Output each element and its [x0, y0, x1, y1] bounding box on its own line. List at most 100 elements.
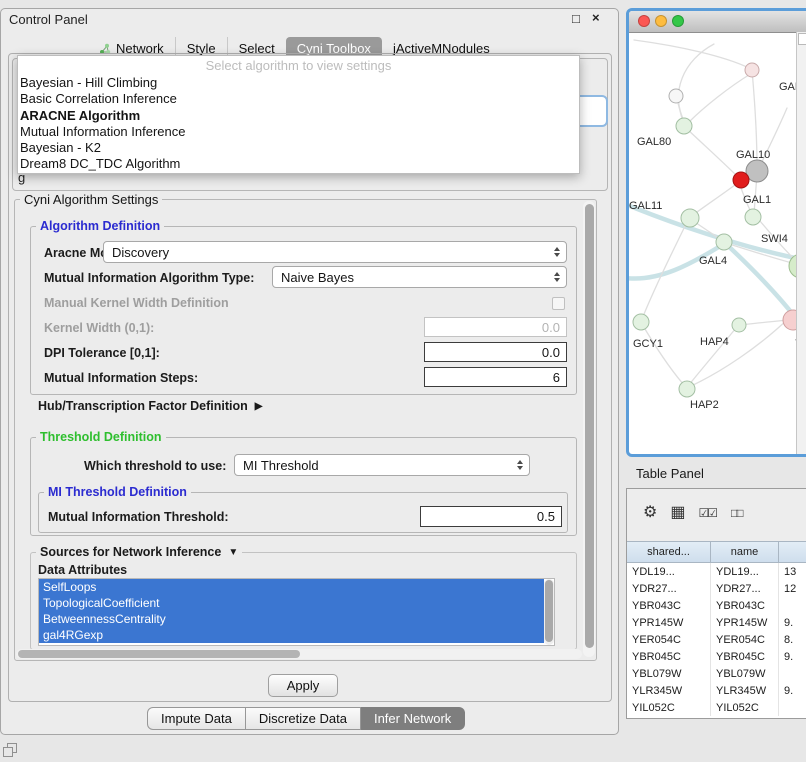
- column-header-1[interactable]: shared...: [627, 541, 711, 563]
- bottom-tabs: Impute DataDiscretize DataInfer Network: [147, 707, 465, 730]
- mi-steps-field[interactable]: 6: [424, 367, 567, 387]
- columns-icon[interactable]: ▦: [670, 505, 683, 521]
- kernel-width-label: Kernel Width (0,1):: [44, 321, 154, 335]
- gear-icon[interactable]: ⚙: [643, 505, 655, 521]
- table-row[interactable]: YLR345WYLR345W9.: [627, 682, 806, 699]
- node-label: GAL11: [629, 200, 662, 212]
- algorithm-option-bayesian-hill-climbing[interactable]: Bayesian - Hill Climbing: [18, 75, 579, 91]
- network-scrollbar-button[interactable]: [798, 33, 806, 45]
- traffic-light-zoom-icon[interactable]: [672, 15, 684, 27]
- table-row[interactable]: YBR045CYBR045C9.: [627, 648, 806, 665]
- mi-threshold-label: Mutual Information Threshold:: [48, 510, 229, 524]
- table-cell: YLR345W: [627, 682, 711, 699]
- network-edge[interactable]: [642, 324, 684, 385]
- node-label: GAL80: [637, 136, 671, 148]
- network-node[interactable]: [745, 63, 759, 77]
- traffic-light-close-icon[interactable]: [638, 15, 650, 27]
- table-row[interactable]: YIL052CYIL052C: [627, 699, 806, 716]
- bottom-tab-impute-data[interactable]: Impute Data: [147, 707, 246, 730]
- table-row[interactable]: YDR27...YDR27...12: [627, 580, 806, 597]
- restore-window-icon[interactable]: [3, 743, 17, 757]
- table-row[interactable]: YPR145WYPR145W9.: [627, 614, 806, 631]
- attribute-gal4rgexp[interactable]: gal4RGexp: [39, 627, 544, 643]
- expand-right-icon: ▶: [255, 401, 263, 412]
- kernel-width-field[interactable]: 0.0: [424, 317, 567, 337]
- mi-threshold-field[interactable]: 0.5: [420, 506, 562, 527]
- vertical-scrollbar[interactable]: [583, 201, 595, 657]
- network-node[interactable]: [716, 234, 732, 250]
- table-row[interactable]: YBR043CYBR043C: [627, 597, 806, 614]
- attribute-topologicalcoefficient[interactable]: TopologicalCoefficient: [39, 595, 544, 611]
- table-cell: YLR345W: [711, 682, 779, 699]
- table-row[interactable]: YDL19...YDL19...13: [627, 563, 806, 580]
- show-columns-icon[interactable]: ☑☑: [698, 507, 716, 519]
- table-panel-window: ⚙▦☑☑□□ shared...name YDL19...YDL19...13Y…: [626, 488, 806, 719]
- attributes-scrollbar[interactable]: [544, 579, 554, 645]
- chevron-updown-icon: [554, 272, 560, 282]
- network-node[interactable]: [745, 209, 761, 225]
- apply-button[interactable]: Apply: [268, 674, 338, 697]
- bottom-tab-discretize-data[interactable]: Discretize Data: [246, 707, 361, 730]
- which-threshold-select[interactable]: MI Threshold: [234, 454, 530, 476]
- horizontal-scrollbar[interactable]: [16, 649, 582, 659]
- vertical-scrollbar-thumb[interactable]: [585, 204, 594, 648]
- network-edge[interactable]: [678, 44, 714, 123]
- table-cell: YIL052C: [711, 699, 779, 716]
- minimize-button[interactable]: □: [572, 11, 580, 26]
- network-edge[interactable]: [634, 40, 749, 68]
- manual-kernel-label: Manual Kernel Width Definition: [44, 296, 229, 310]
- network-scrollbar[interactable]: [796, 32, 806, 454]
- network-edge[interactable]: [686, 128, 739, 178]
- attributes-scrollbar-thumb[interactable]: [545, 580, 553, 642]
- table-cell: YDL19...: [627, 563, 711, 580]
- network-node[interactable]: [681, 209, 699, 227]
- attribute-selfloops[interactable]: SelfLoops: [39, 579, 544, 595]
- network-edge[interactable]: [642, 222, 687, 319]
- chevron-updown-icon: [554, 247, 560, 257]
- algorithm-option-bayesian-k2[interactable]: Bayesian - K2: [18, 140, 579, 156]
- aracne-mode-value: Discovery: [112, 245, 169, 260]
- table-cell: [779, 597, 806, 614]
- bottom-tab-infer-network[interactable]: Infer Network: [361, 707, 465, 730]
- network-node[interactable]: [732, 318, 746, 332]
- table-cell: YDR27...: [627, 580, 711, 597]
- manual-kernel-checkbox[interactable]: [552, 297, 565, 310]
- mi-type-select[interactable]: Naive Bayes: [272, 266, 567, 288]
- algorithm-popup: Select algorithm to view settings Bayesi…: [17, 55, 580, 174]
- algorithm-option-dream8-dc-tdc-algorithm[interactable]: Dream8 DC_TDC Algorithm: [18, 156, 579, 172]
- attributes-list: SelfLoopsTopologicalCoefficientBetweenne…: [38, 578, 555, 646]
- algorithm-option-aracne-algorithm[interactable]: ARACNE Algorithm: [18, 108, 579, 124]
- network-node[interactable]: [669, 89, 683, 103]
- algorithm-option-basic-correlation-inference[interactable]: Basic Correlation Inference: [18, 91, 579, 107]
- dpi-tolerance-field[interactable]: 0.0: [424, 342, 567, 362]
- table-row[interactable]: YER054CYER054C8.: [627, 631, 806, 648]
- table-cell: 8.: [779, 631, 806, 648]
- network-node[interactable]: [676, 118, 692, 134]
- node-label: GCY1: [633, 338, 663, 350]
- network-edge[interactable]: [693, 182, 739, 215]
- table-cell: YBR043C: [627, 597, 711, 614]
- close-button[interactable]: ×: [592, 10, 600, 25]
- hide-columns-icon[interactable]: □□: [731, 507, 742, 519]
- network-node[interactable]: [679, 381, 695, 397]
- network-titlebar[interactable]: [629, 11, 806, 33]
- mi-type-label: Mutual Information Algorithm Type:: [44, 271, 254, 285]
- threshold-group-title: Threshold Definition: [36, 430, 166, 444]
- hub-section-toggle[interactable]: Hub/Transcription Factor Definition ▶: [38, 399, 262, 413]
- algorithm-option-mutual-information-inference[interactable]: Mutual Information Inference: [18, 124, 579, 140]
- table-row[interactable]: YBL079WYBL079W: [627, 665, 806, 682]
- column-header-2[interactable]: name: [711, 541, 779, 563]
- horizontal-scrollbar-thumb[interactable]: [18, 650, 300, 658]
- table-cell: YDR27...: [711, 580, 779, 597]
- sources-section-toggle[interactable]: Sources for Network Inference ▼: [36, 545, 242, 559]
- network-node[interactable]: [633, 314, 649, 330]
- attribute-betweennesscentrality[interactable]: BetweennessCentrality: [39, 611, 544, 627]
- dpi-tolerance-label: DPI Tolerance [0,1]:: [44, 346, 160, 360]
- traffic-light-minimize-icon[interactable]: [655, 15, 667, 27]
- table-cell: 9.: [779, 648, 806, 665]
- network-node[interactable]: [733, 172, 749, 188]
- network-edge[interactable]: [689, 73, 752, 122]
- aracne-mode-select[interactable]: Discovery: [103, 241, 567, 263]
- column-header-3[interactable]: [779, 541, 806, 563]
- network-canvas-svg[interactable]: GAL8GAL80GAL10GAL11GAL1SWI4GAL4GCY1HAP4Y…: [629, 32, 799, 454]
